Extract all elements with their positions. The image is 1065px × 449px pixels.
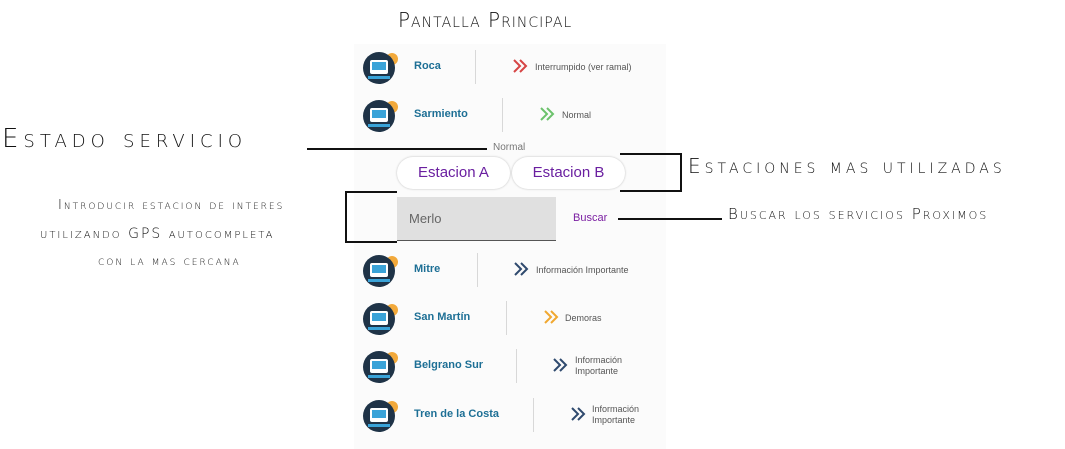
annotation-bracket-bottom bbox=[620, 190, 682, 192]
annotation-line-buscar bbox=[618, 218, 722, 220]
annotation-box-top bbox=[345, 191, 397, 193]
status-text: Información Importante bbox=[575, 355, 622, 377]
divider bbox=[516, 349, 517, 383]
service-status-label: Normal bbox=[493, 142, 526, 153]
train-line-row[interactable]: Mitre Información Importante bbox=[354, 247, 666, 295]
annotation-introducir-1: Introducir estacion de interes bbox=[58, 198, 285, 213]
divider bbox=[506, 301, 507, 335]
line-name: Sarmiento bbox=[414, 108, 468, 120]
line-name: Tren de la Costa bbox=[414, 408, 499, 420]
train-logo-icon bbox=[362, 301, 400, 337]
status-text-line2: Importante bbox=[592, 415, 636, 425]
train-line-row[interactable]: Roca Interrumpido (ver ramal) bbox=[354, 44, 666, 92]
train-line-row[interactable]: Belgrano Sur Información Importante bbox=[354, 343, 666, 391]
status-chevron-icon bbox=[552, 357, 568, 373]
search-button[interactable]: Buscar bbox=[573, 212, 607, 224]
station-chip-b[interactable]: Estacion B bbox=[512, 157, 625, 189]
train-line-row[interactable]: Tren de la Costa Información Importante bbox=[354, 392, 666, 440]
line-name: Mitre bbox=[414, 263, 441, 275]
train-line-row[interactable]: Sarmiento Normal bbox=[354, 92, 666, 140]
status-text-line1: Información bbox=[575, 355, 623, 365]
annotation-introducir-2: utilizando GPS autocompleta bbox=[40, 226, 275, 242]
annotation-box-side bbox=[345, 191, 347, 243]
divider bbox=[533, 398, 534, 432]
status-text-line1: Información bbox=[592, 404, 640, 414]
page-title: Pantalla Principal bbox=[398, 8, 573, 32]
annotation-box-bottom bbox=[345, 241, 397, 243]
train-logo-icon bbox=[362, 50, 400, 86]
line-name: Roca bbox=[414, 60, 441, 72]
status-text: Normal bbox=[562, 110, 592, 120]
station-search-input[interactable]: Merlo bbox=[397, 197, 556, 241]
status-text: Interrumpido (ver ramal) bbox=[535, 62, 632, 72]
status-text-line2: Importante bbox=[575, 366, 619, 376]
status-text: Información Importante bbox=[592, 404, 639, 426]
status-chevron-icon bbox=[513, 261, 529, 277]
divider bbox=[502, 98, 503, 132]
divider bbox=[475, 50, 476, 84]
status-text: Demoras bbox=[565, 313, 602, 323]
annotation-bracket-side bbox=[680, 153, 682, 192]
status-chevron-icon bbox=[512, 58, 528, 74]
annotation-introducir-3: con la mas cercana bbox=[98, 254, 241, 269]
annotation-bracket-top bbox=[620, 153, 682, 155]
train-logo-icon bbox=[362, 98, 400, 134]
station-chip-a[interactable]: Estacion A bbox=[397, 157, 510, 189]
divider bbox=[477, 253, 478, 287]
annotation-estado-servicio: Estado servicio bbox=[2, 124, 248, 154]
status-chevron-icon bbox=[539, 106, 555, 122]
status-chevron-icon bbox=[543, 309, 559, 325]
annotation-estaciones: Estaciones mas utilizadas bbox=[688, 154, 1006, 178]
train-logo-icon bbox=[362, 253, 400, 289]
annotation-line-estado bbox=[307, 148, 487, 150]
train-logo-icon bbox=[362, 398, 400, 434]
line-name: San Martín bbox=[414, 311, 471, 323]
train-logo-icon bbox=[362, 349, 400, 385]
status-chevron-icon bbox=[570, 406, 586, 422]
status-text: Información Importante bbox=[536, 265, 629, 275]
line-name: Belgrano Sur bbox=[414, 359, 484, 371]
train-line-row[interactable]: San Martín Demoras bbox=[354, 295, 666, 343]
annotation-buscar-servicios: Buscar los servicios Proximos bbox=[728, 205, 989, 223]
